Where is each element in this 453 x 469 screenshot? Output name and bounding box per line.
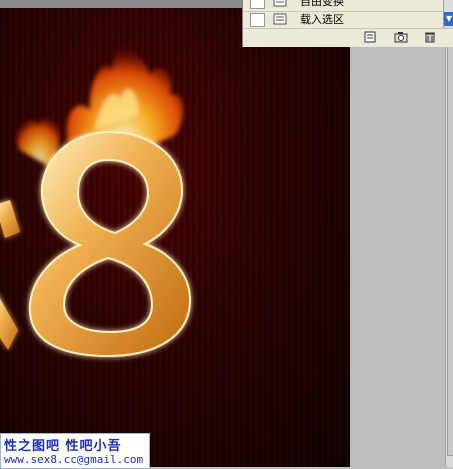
canvas-top-edge bbox=[0, 0, 242, 8]
flaming-8-artwork bbox=[0, 32, 192, 358]
watermark: 性之图吧 性吧小吾 www.sex8.cc@gmail.com bbox=[0, 433, 150, 469]
history-panel: 自由变换 载入选区 ▼ bbox=[242, 0, 453, 47]
history-snapshot-checkbox[interactable] bbox=[250, 13, 265, 27]
scroll-down-icon[interactable]: ▼ bbox=[444, 12, 453, 26]
history-snapshot-checkbox[interactable] bbox=[250, 0, 265, 9]
history-item-label: 载入选区 bbox=[300, 13, 344, 26]
history-item-free-transform[interactable]: 自由变换 bbox=[243, 0, 443, 9]
snapshot-camera-icon[interactable] bbox=[394, 31, 408, 43]
history-step-icon bbox=[273, 13, 287, 25]
panel-toolbar bbox=[243, 28, 453, 47]
document-canvas[interactable] bbox=[0, 0, 350, 467]
new-document-icon[interactable] bbox=[363, 31, 377, 43]
history-item-load-selection[interactable]: 载入选区 bbox=[243, 11, 443, 27]
history-step-icon bbox=[273, 0, 287, 7]
vertical-scrollbar[interactable] bbox=[445, 0, 453, 467]
panel-scrollbar[interactable]: ▼ bbox=[443, 0, 453, 28]
watermark-title: 性之图吧 性吧小吾 bbox=[4, 439, 122, 454]
history-item-label: 自由变换 bbox=[300, 0, 344, 8]
watermark-url: www.sex8.cc@gmail.com bbox=[4, 453, 144, 466]
trash-icon[interactable] bbox=[423, 31, 437, 43]
workspace-background bbox=[350, 0, 445, 467]
partial-glyph bbox=[0, 200, 20, 350]
digit-eight bbox=[28, 130, 192, 358]
scrollbar-thumb[interactable] bbox=[447, 14, 453, 456]
